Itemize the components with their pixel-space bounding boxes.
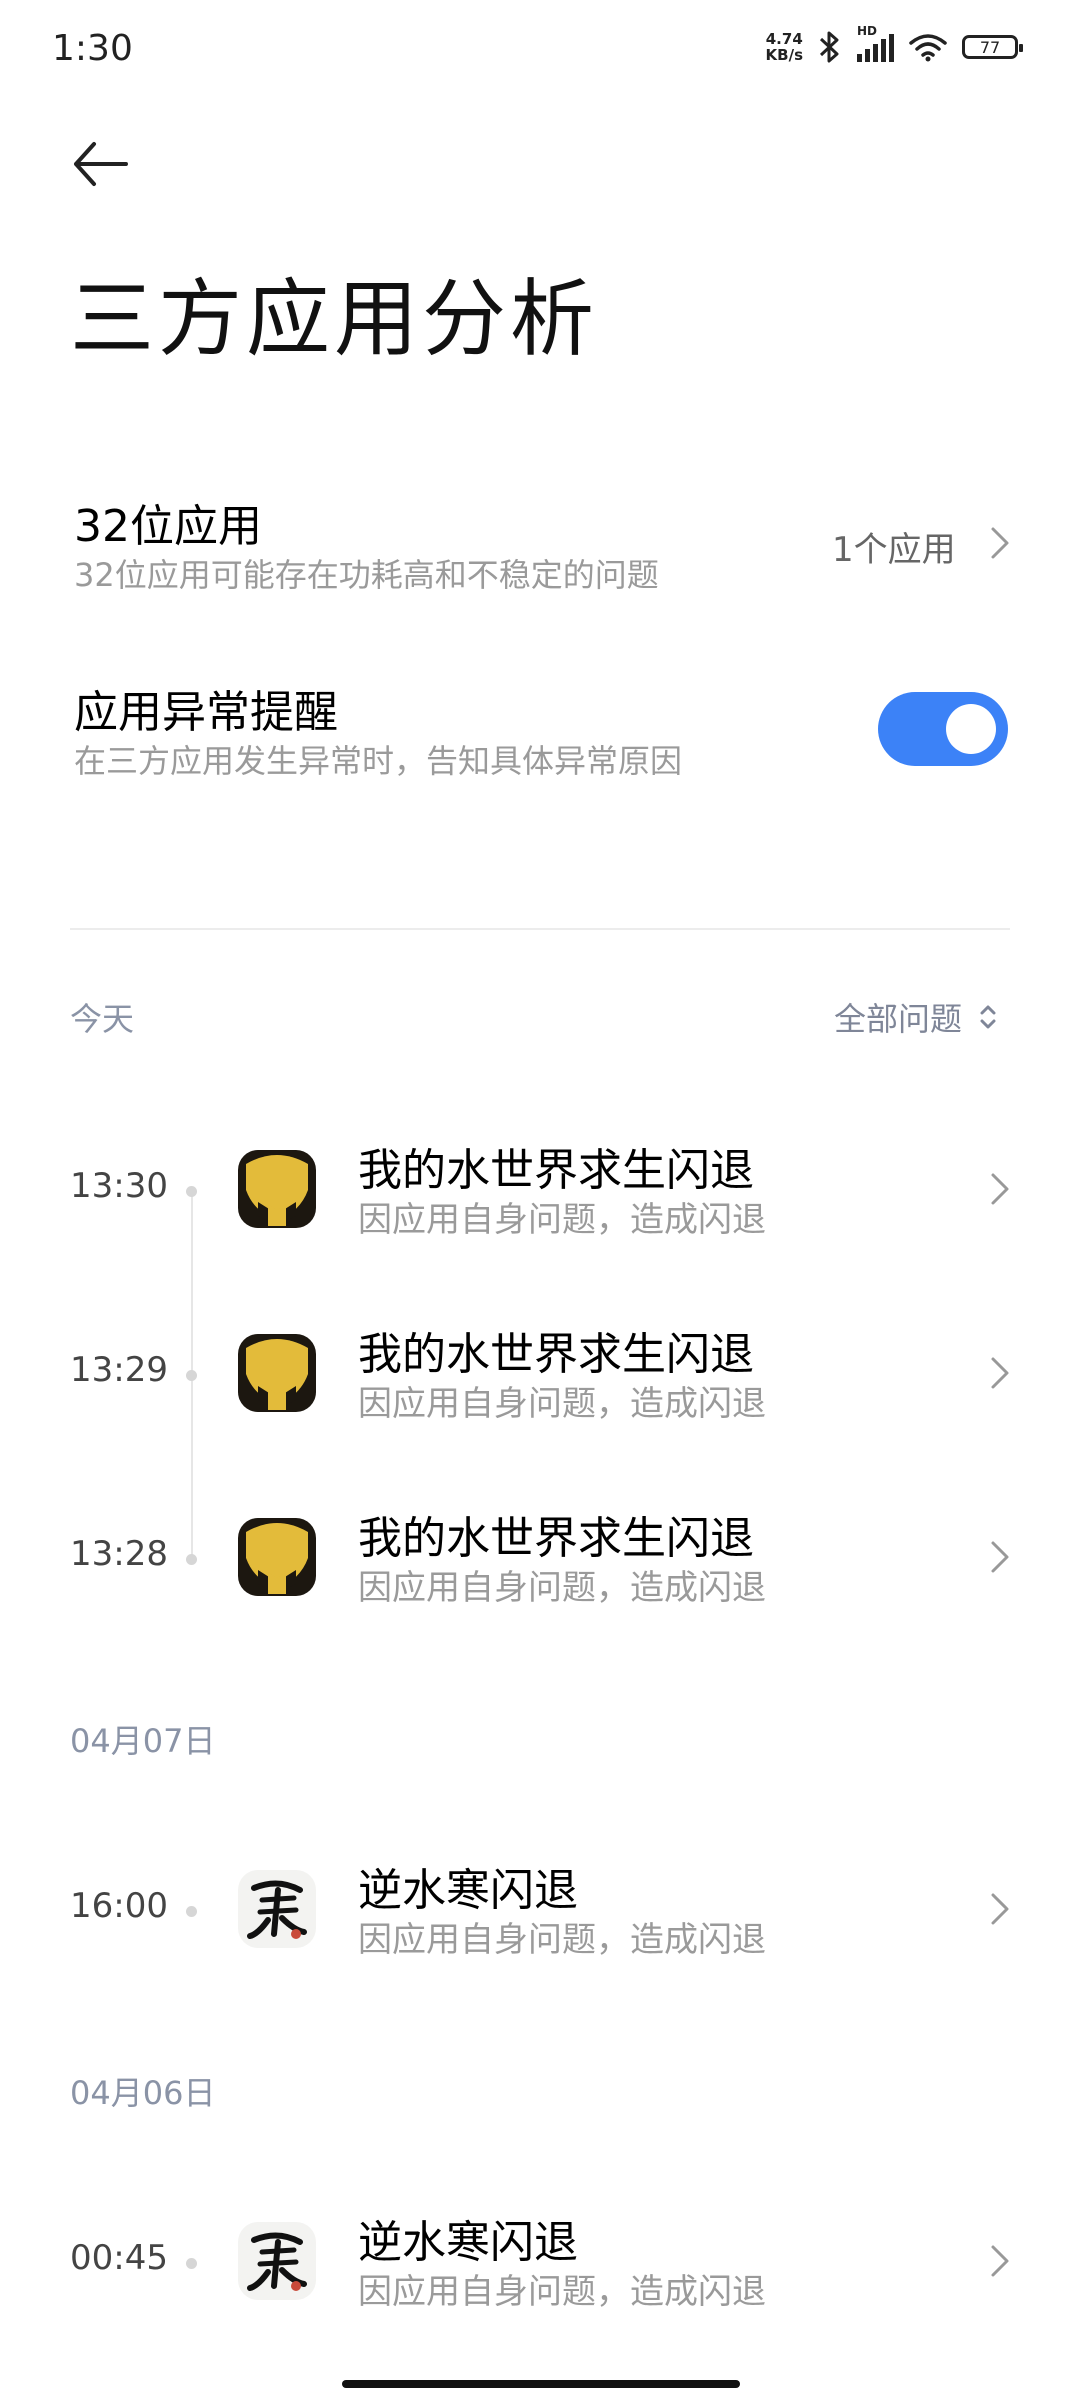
issue-filter-dropdown[interactable]: 全部问题 xyxy=(834,994,998,1040)
yellow-shield-game-icon xyxy=(238,1150,316,1228)
item-time: 00:45 xyxy=(70,2238,168,2278)
item-subtitle: 因应用自身问题，造成闪退 xyxy=(358,2272,766,2312)
filter-label: 全部问题 xyxy=(833,1000,962,1038)
item-subtitle: 因应用自身问题，造成闪退 xyxy=(358,1384,766,1424)
status-time: 1:30 xyxy=(52,28,133,69)
battery-level: 77 xyxy=(979,37,1001,57)
bit32-apps-row[interactable]: 32位应用 32位应用可能存在功耗高和不稳定的问题 1个应用 xyxy=(0,480,1080,610)
section-label-date: 04月07日 xyxy=(70,1722,216,1760)
timeline-dot xyxy=(186,1370,197,1381)
yellow-shield-game-icon xyxy=(238,1334,316,1412)
ink-calligraphy-game-icon xyxy=(238,1870,316,1948)
item-subtitle: 因应用自身问题，造成闪退 xyxy=(358,1920,766,1960)
crash-list-item[interactable]: 00:45 逆水寒闪退 因应用自身问题，造成闪退 xyxy=(0,2206,1080,2316)
chevron-right-icon xyxy=(991,1173,1009,1205)
bit32-value: 1个应用 xyxy=(832,530,956,570)
item-time: 13:28 xyxy=(70,1534,168,1574)
timeline-dot xyxy=(186,1906,197,1917)
net-speed-unit: KB/s xyxy=(765,46,803,64)
unfold-icon xyxy=(980,1005,996,1029)
chevron-right-icon xyxy=(991,1541,1009,1573)
home-indicator[interactable] xyxy=(342,2380,740,2388)
divider xyxy=(70,928,1010,930)
wifi-icon xyxy=(909,34,947,62)
timeline-dot xyxy=(186,1554,197,1565)
item-title: 逆水寒闪退 xyxy=(358,2217,578,2268)
item-title: 我的水世界求生闪退 xyxy=(358,1329,754,1380)
network-label: HD xyxy=(857,24,878,38)
timeline-dot xyxy=(186,2258,197,2269)
chevron-right-icon xyxy=(991,527,1009,559)
item-subtitle: 因应用自身问题，造成闪退 xyxy=(358,1568,766,1608)
bluetooth-icon xyxy=(819,31,839,63)
status-icons: 4.74 KB/s HD 77 xyxy=(766,24,1023,64)
crash-list-item[interactable]: 16:00 逆水寒闪退 因应用自身问题，造成闪退 xyxy=(0,1854,1080,1964)
item-title: 逆水寒闪退 xyxy=(358,1865,578,1916)
alert-subtitle: 在三方应用发生异常时，告知具体异常原因 xyxy=(74,742,683,780)
item-title: 我的水世界求生闪退 xyxy=(358,1513,754,1564)
item-time: 16:00 xyxy=(70,1886,168,1926)
net-speed: 4.74 KB/s xyxy=(766,31,803,63)
yellow-shield-game-icon xyxy=(238,1518,316,1596)
crash-list-item[interactable]: 13:29 我的水世界求生闪退 因应用自身问题，造成闪退 xyxy=(0,1318,1080,1428)
bit32-title: 32位应用 xyxy=(74,501,262,552)
section-label-today: 今天 xyxy=(70,1000,135,1038)
back-button[interactable] xyxy=(70,134,130,194)
timeline-dot xyxy=(186,1186,197,1197)
item-time: 13:29 xyxy=(70,1350,168,1390)
section-label-date: 04月06日 xyxy=(70,2074,216,2112)
signal-icon: HD xyxy=(857,24,894,62)
arrow-left-icon xyxy=(74,142,128,186)
crash-list-item[interactable]: 13:30 我的水世界求生闪退 因应用自身问题，造成闪退 xyxy=(0,1134,1080,1244)
alert-toggle[interactable] xyxy=(878,692,1008,766)
item-time: 13:30 xyxy=(70,1166,168,1206)
chevron-right-icon xyxy=(991,1357,1009,1389)
alert-title: 应用异常提醒 xyxy=(74,687,338,738)
battery-icon: 77 xyxy=(962,35,1023,59)
crash-list-item[interactable]: 13:28 我的水世界求生闪退 因应用自身问题，造成闪退 xyxy=(0,1502,1080,1612)
page-title: 三方应用分析 xyxy=(70,270,599,368)
ink-calligraphy-game-icon xyxy=(238,2222,316,2300)
chevron-right-icon xyxy=(991,1893,1009,1925)
item-subtitle: 因应用自身问题，造成闪退 xyxy=(358,1200,766,1240)
toggle-knob xyxy=(946,704,996,754)
net-speed-value: 4.74 xyxy=(765,30,803,48)
item-title: 我的水世界求生闪退 xyxy=(358,1145,754,1196)
chevron-right-icon xyxy=(991,2245,1009,2277)
bit32-subtitle: 32位应用可能存在功耗高和不稳定的问题 xyxy=(74,556,659,594)
